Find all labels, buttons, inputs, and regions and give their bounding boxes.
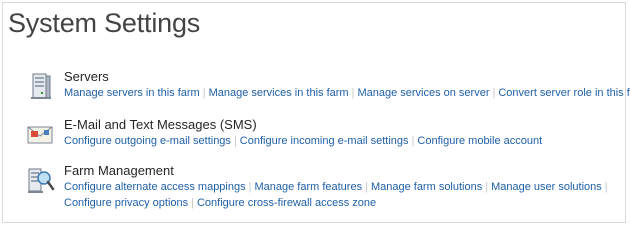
page-title: System Settings: [8, 8, 201, 38]
link-manage-services-server[interactable]: Manage services on server: [357, 87, 489, 99]
link-row-farm-2: Configure privacy options | Configure cros…: [64, 195, 630, 211]
link-incoming-email[interactable]: Configure incoming e-mail settings: [240, 135, 409, 147]
link-alternate-access-mappings[interactable]: Configure alternate access mappings: [64, 181, 246, 193]
section-body-servers: Servers Manage servers in this farm | Mana…: [64, 69, 630, 101]
section-title-servers: Servers: [64, 69, 109, 84]
link-separator: |: [233, 135, 237, 147]
link-privacy-options[interactable]: Configure privacy options: [64, 197, 188, 209]
section-title-farm-management: Farm Management: [64, 163, 174, 178]
section-body-farm-management: Farm Management Configure alternate acce…: [64, 163, 630, 211]
link-separator: |: [202, 87, 206, 99]
link-row-email: Configure outgoing e-mail settings | Confi…: [64, 133, 630, 149]
link-convert-server-role[interactable]: Convert server role in this farm: [498, 87, 630, 99]
link-separator: |: [365, 181, 368, 193]
link-row-farm-1: Configure alternate access mappings | Mana…: [64, 179, 630, 195]
link-manage-farm-solutions[interactable]: Manage farm solutions: [371, 181, 482, 193]
link-outgoing-email[interactable]: Configure outgoing e-mail settings: [64, 135, 231, 147]
settings-panel: System Settings Servers Manage servers i…: [2, 2, 630, 223]
link-row-servers: Manage servers in this farm | Manage servi…: [64, 85, 630, 101]
farm-management-icon: [28, 168, 55, 193]
link-mobile-account[interactable]: Configure mobile account: [417, 135, 542, 147]
link-manage-farm-features[interactable]: Manage farm features: [254, 181, 362, 193]
section-body-email: E-Mail and Text Messages (SMS) Configure…: [64, 117, 630, 149]
link-manage-servers[interactable]: Manage servers in this farm: [64, 87, 200, 99]
email-icon: [27, 126, 53, 144]
link-separator: |: [604, 181, 608, 193]
link-manage-services-farm[interactable]: Manage services in this farm: [209, 87, 349, 99]
link-manage-user-solutions[interactable]: Manage user solutions: [491, 181, 602, 193]
server-icon: [31, 73, 51, 99]
link-separator: |: [191, 197, 194, 209]
section-title-email: E-Mail and Text Messages (SMS): [64, 117, 257, 132]
link-cross-firewall-access-zone[interactable]: Configure cross-firewall access zone: [197, 197, 376, 209]
link-separator: |: [485, 181, 489, 193]
